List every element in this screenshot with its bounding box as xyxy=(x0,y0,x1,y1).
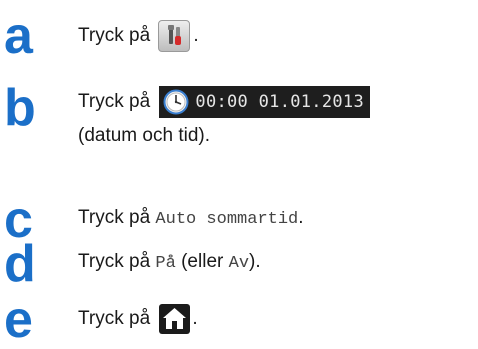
step-letter: b xyxy=(4,79,36,137)
step-letter: e xyxy=(4,291,33,349)
instruction-text: Tryck på xyxy=(78,251,151,272)
option-on: På xyxy=(155,254,176,273)
instruction-suffix: . xyxy=(193,25,199,47)
instruction-suffix: . xyxy=(298,207,304,228)
step-letter: a xyxy=(4,7,33,65)
option-auto-dst: Auto sommartid xyxy=(155,210,299,229)
step-text: Tryck på På (eller Av). xyxy=(78,250,261,276)
step-text: Tryck på . xyxy=(78,304,198,334)
step-text-line2: (datum och tid). xyxy=(78,125,210,146)
step-text: Tryck på . xyxy=(78,20,199,52)
instruction-middle: (eller xyxy=(181,251,224,272)
instruction-text: Tryck på xyxy=(78,308,151,330)
instruction-suffix: ). xyxy=(249,251,261,272)
datetime-display-button[interactable]: 00:00 01.01.2013 xyxy=(159,86,370,118)
step-text: Tryck på 00:00 01.01.2013 xyxy=(78,86,370,118)
step-text: Tryck på Auto sommartid. xyxy=(78,206,304,232)
tools-icon[interactable] xyxy=(158,20,191,52)
home-icon[interactable] xyxy=(159,304,191,334)
instruction-text: Tryck på xyxy=(78,25,151,47)
step-letter: d xyxy=(4,235,36,293)
clock-icon xyxy=(163,89,189,115)
instruction-suffix: . xyxy=(192,308,198,330)
datetime-text: 00:00 01.01.2013 xyxy=(195,92,364,112)
instruction-text: Tryck på xyxy=(78,207,151,228)
instruction-text: Tryck på xyxy=(78,91,151,113)
option-off: Av xyxy=(228,254,250,273)
